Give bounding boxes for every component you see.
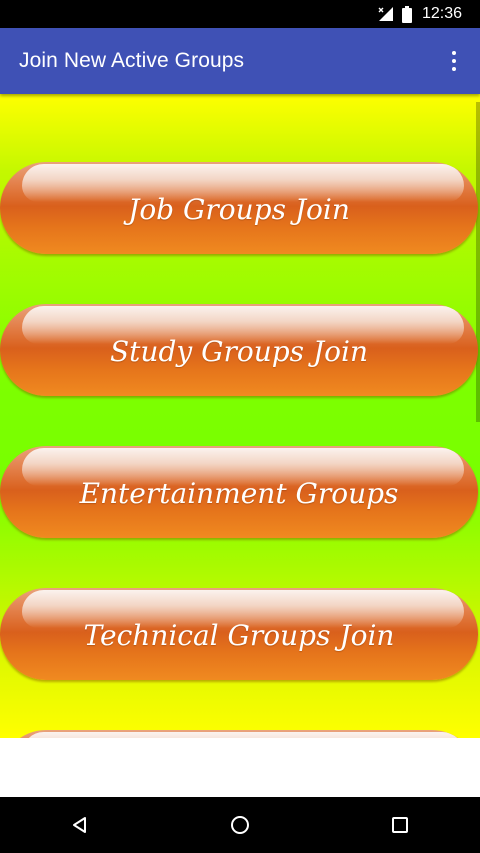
- home-icon[interactable]: [210, 797, 270, 853]
- app-title: Join New Active Groups: [19, 49, 245, 72]
- button-label: Study Groups Join: [109, 334, 368, 368]
- bottom-blank-area: [0, 738, 480, 797]
- app-bar: Join New Active Groups: [0, 28, 480, 94]
- signal-icon: [378, 6, 394, 22]
- main-content[interactable]: Job Groups Join Study Groups Join Entert…: [0, 94, 480, 738]
- button-label: Technical Groups Join: [83, 618, 395, 652]
- status-bar: 12:36: [0, 0, 480, 28]
- partial-button[interactable]: [0, 730, 478, 738]
- technical-groups-join-button[interactable]: Technical Groups Join: [0, 588, 478, 680]
- battery-icon: [401, 5, 412, 23]
- clock-time: 12:36: [421, 5, 462, 22]
- back-icon[interactable]: [50, 797, 110, 853]
- recents-icon[interactable]: [370, 797, 430, 853]
- job-groups-join-button[interactable]: Job Groups Join: [0, 162, 478, 254]
- scrollbar[interactable]: [476, 102, 480, 422]
- button-label: Entertainment Groups: [79, 476, 399, 510]
- navigation-bar: [0, 797, 480, 853]
- button-label: Job Groups Join: [128, 192, 350, 226]
- study-groups-join-button[interactable]: Study Groups Join: [0, 304, 478, 396]
- entertainment-groups-button[interactable]: Entertainment Groups: [0, 446, 478, 538]
- overflow-menu-icon[interactable]: [440, 47, 468, 75]
